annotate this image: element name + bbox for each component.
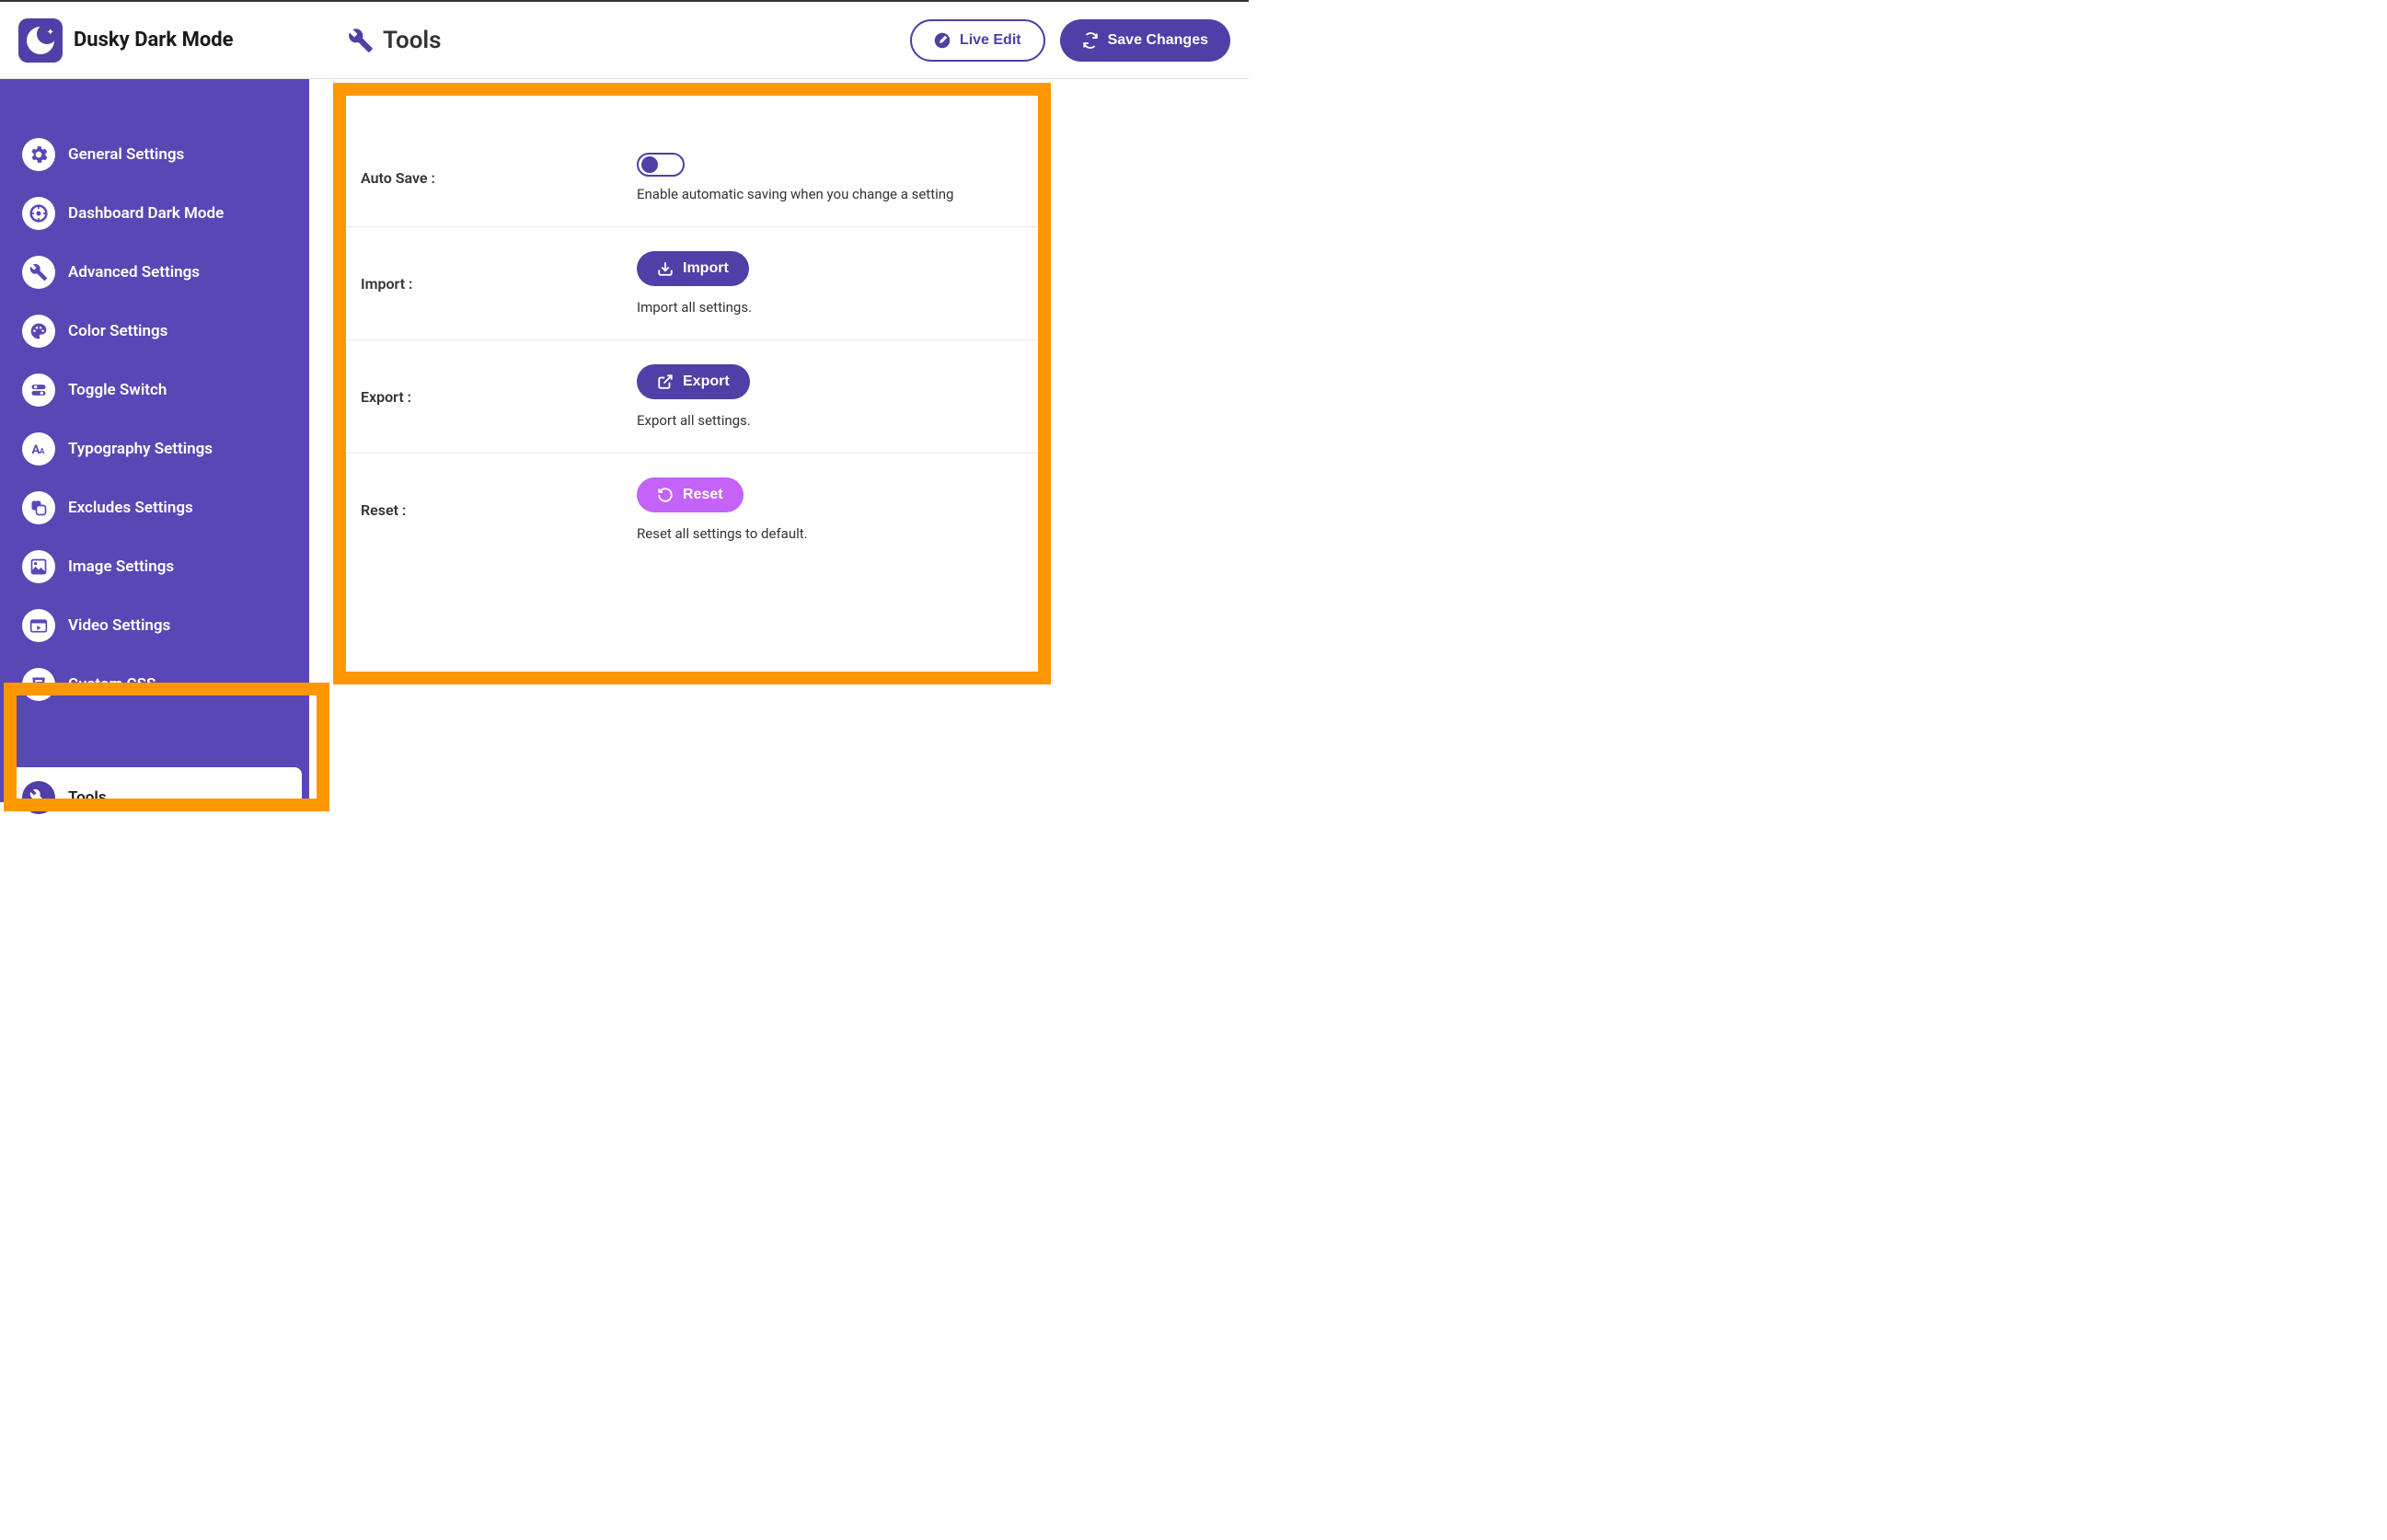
exclude-icon <box>22 491 55 524</box>
import-button-label: Import <box>683 260 729 277</box>
live-edit-button[interactable]: Live Edit <box>910 19 1045 62</box>
export-icon <box>657 374 674 390</box>
sidebar-item-custom-css[interactable]: Custom CSS <box>0 655 309 714</box>
sidebar-item-label: Typography Settings <box>68 440 213 458</box>
page-title: Tools <box>383 27 442 54</box>
css-icon <box>22 668 55 701</box>
content-area: Auto Save : Enable automatic saving when… <box>309 79 1249 802</box>
app-name: Dusky Dark Mode <box>74 29 234 52</box>
sidebar-item-typography-settings[interactable]: AA Typography Settings <box>0 419 309 478</box>
edit-icon <box>934 32 951 49</box>
tools-icon <box>22 781 55 814</box>
export-label: Export : <box>361 364 637 429</box>
setting-row-export: Export : Export Export all settings. <box>346 340 1038 454</box>
save-changes-button[interactable]: Save Changes <box>1060 19 1230 62</box>
export-button-label: Export <box>683 374 730 390</box>
refresh-icon <box>1082 32 1099 49</box>
wrench-icon <box>22 256 55 289</box>
import-icon <box>657 260 674 277</box>
import-desc: Import all settings. <box>637 299 1023 316</box>
sidebar-item-video-settings[interactable]: Video Settings <box>0 596 309 655</box>
export-desc: Export all settings. <box>637 412 1023 429</box>
reset-label: Reset : <box>361 477 637 542</box>
sidebar-item-dashboard-dark-mode[interactable]: Dashboard Dark Mode <box>0 184 309 243</box>
reset-desc: Reset all settings to default. <box>637 525 1023 542</box>
tools-icon <box>348 28 374 53</box>
app-logo-icon: ✦ <box>18 18 63 63</box>
sidebar-item-label: General Settings <box>68 145 184 164</box>
sidebar-item-label: Color Settings <box>68 322 167 340</box>
sidebar-item-label: Excludes Settings <box>68 499 193 517</box>
sidebar-item-label: Toggle Switch <box>68 381 167 399</box>
sidebar-item-general-settings[interactable]: General Settings <box>0 125 309 184</box>
auto-save-toggle[interactable] <box>637 153 685 177</box>
sidebar-item-color-settings[interactable]: Color Settings <box>0 302 309 361</box>
export-button[interactable]: Export <box>637 364 750 399</box>
auto-save-desc: Enable automatic saving when you change … <box>637 186 1023 202</box>
save-changes-label: Save Changes <box>1108 32 1208 49</box>
sidebar: General Settings Dashboard Dark Mode Adv… <box>0 79 309 802</box>
sidebar-item-excludes-settings[interactable]: Excludes Settings <box>0 478 309 537</box>
gear-icon <box>22 138 55 171</box>
sidebar-item-label: Tools <box>68 788 107 807</box>
target-icon <box>22 197 55 230</box>
import-button[interactable]: Import <box>637 251 749 286</box>
setting-row-reset: Reset : Reset Reset all settings to defa… <box>346 454 1038 566</box>
sidebar-item-advanced-settings[interactable]: Advanced Settings <box>0 243 309 302</box>
sidebar-item-toggle-switch[interactable]: Toggle Switch <box>0 361 309 419</box>
image-icon <box>22 550 55 583</box>
import-label: Import : <box>361 251 637 316</box>
palette-icon <box>22 315 55 348</box>
sidebar-item-tools[interactable]: Tools <box>7 767 302 828</box>
reset-button[interactable]: Reset <box>637 477 744 512</box>
sidebar-item-label: Video Settings <box>68 616 170 635</box>
sidebar-item-label: Image Settings <box>68 557 174 576</box>
setting-row-import: Import : Import Import all settings. <box>346 227 1038 340</box>
highlight-annotation: Auto Save : Enable automatic saving when… <box>333 83 1051 684</box>
setting-row-auto-save: Auto Save : Enable automatic saving when… <box>346 129 1038 227</box>
toggle-icon <box>22 374 55 407</box>
typography-icon: AA <box>22 432 55 465</box>
header-title-section: Tools <box>348 27 442 54</box>
live-edit-label: Live Edit <box>960 32 1021 49</box>
logo-section: ✦ Dusky Dark Mode <box>18 18 309 63</box>
sidebar-item-image-settings[interactable]: Image Settings <box>0 537 309 596</box>
header: ✦ Dusky Dark Mode Tools Live Edit Save C… <box>0 2 1249 79</box>
sidebar-item-label: Custom CSS <box>68 675 156 694</box>
auto-save-label: Auto Save : <box>361 153 637 202</box>
sidebar-item-label: Dashboard Dark Mode <box>68 204 224 223</box>
svg-text:A: A <box>40 447 45 456</box>
sidebar-item-label: Advanced Settings <box>68 263 200 282</box>
reset-button-label: Reset <box>683 487 723 503</box>
video-icon <box>22 609 55 642</box>
reset-icon <box>657 487 674 503</box>
